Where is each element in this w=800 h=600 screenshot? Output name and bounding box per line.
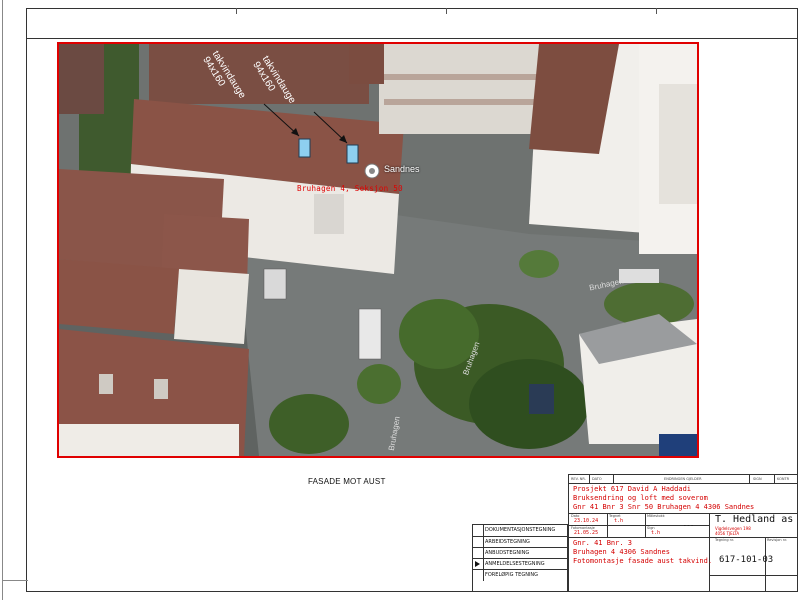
revision-label: Revisjon nr. bbox=[767, 538, 788, 542]
aerial-photo-drawing bbox=[59, 44, 697, 456]
ruler-tick bbox=[236, 8, 237, 14]
scale-label: Målestokk bbox=[647, 514, 665, 518]
drawn-date: 23.10.24 bbox=[574, 518, 599, 524]
drawing-description: Gnr. 41 Bnr. 3 Bruhagen 4 4306 Sandnes F… bbox=[573, 539, 712, 566]
aerial-photo-montage: takvindauge 94x160 takvindauge 94x160 Sa… bbox=[57, 42, 699, 458]
company-city: 4056 TJELTA bbox=[715, 531, 740, 536]
header-field-rev: REV. NR. bbox=[571, 477, 586, 481]
category-row: ANBUDSTEGNING bbox=[473, 547, 568, 558]
category-label: ARBEIDSTEGNING bbox=[485, 539, 530, 545]
category-marker bbox=[475, 539, 480, 545]
photo-date: 21.05.25 bbox=[574, 530, 599, 536]
header-field-kontr: KONTR bbox=[777, 477, 790, 481]
drawing-category-list: DOKUMENTASJONSTEGNING ARBEIDSTEGNING ANB… bbox=[472, 524, 568, 592]
photo-sign: t.h bbox=[651, 530, 661, 536]
header-field-sign: SIGN bbox=[753, 477, 762, 481]
location-address: Bruhagen 4 4306 Sandnes bbox=[573, 548, 670, 556]
drawing-number-label: Tegning nr. bbox=[715, 538, 735, 542]
category-label: FORELØPIG TEGNING bbox=[485, 572, 539, 578]
category-row: ARBEIDSTEGNING bbox=[473, 536, 568, 547]
ruler-tick bbox=[446, 8, 447, 14]
project-address: Gnr 41 Bnr 3 Snr 50 Bruhagen 4 4306 Sand… bbox=[573, 503, 755, 511]
project-description: Prosjekt 617 David A Haddadi Bruksendrin… bbox=[573, 485, 754, 512]
property-label: Bruhagen 4, Seksjon 50 bbox=[297, 184, 403, 193]
drawn-by: t.h bbox=[614, 518, 624, 524]
ruler-tick bbox=[656, 8, 657, 14]
selected-category-marker bbox=[475, 561, 480, 567]
map-pin-label: Sandnes bbox=[384, 164, 420, 174]
category-marker-column bbox=[483, 525, 484, 581]
top-border-rule bbox=[26, 38, 798, 39]
header-field-change: ENDRINGEN GJELDER bbox=[664, 477, 702, 481]
category-label: ANBUDSTEGNING bbox=[485, 550, 530, 556]
category-row: DOKUMENTASJONSTEGNING bbox=[473, 525, 568, 536]
location-parcel: Gnr. 41 Bnr. 3 bbox=[573, 539, 633, 547]
header-field-date: DATO bbox=[592, 477, 602, 481]
project-scope: Bruksendring og loft med soverom bbox=[573, 494, 708, 502]
company-address: Vigdelsvegen 198 4056 TJELTA bbox=[715, 526, 751, 536]
category-row-selected: ANMELDELSESTEGNING bbox=[473, 558, 568, 569]
category-label: DOKUMENTASJONSTEGNING bbox=[485, 527, 556, 533]
company-name: T. Hedland as bbox=[715, 514, 794, 525]
drawing-subject: Fotomontasje fasade aust takvind. bbox=[573, 557, 713, 565]
project-title: Prosjekt 617 David A Haddadi bbox=[573, 485, 692, 493]
scale-value: --- bbox=[683, 522, 694, 529]
title-block: REV. NR. DATO ENDRINGEN GJELDER SIGN KON… bbox=[568, 474, 798, 592]
category-row: FORELØPIG TEGNING bbox=[473, 569, 568, 580]
left-margin-rule bbox=[2, 0, 3, 600]
left-margin-tick bbox=[2, 580, 28, 581]
view-caption: FASADE MOT AUST bbox=[308, 477, 386, 486]
drawing-number: 617-101-03 bbox=[719, 555, 774, 565]
category-label: ANMELDELSESTEGNING bbox=[485, 561, 545, 567]
